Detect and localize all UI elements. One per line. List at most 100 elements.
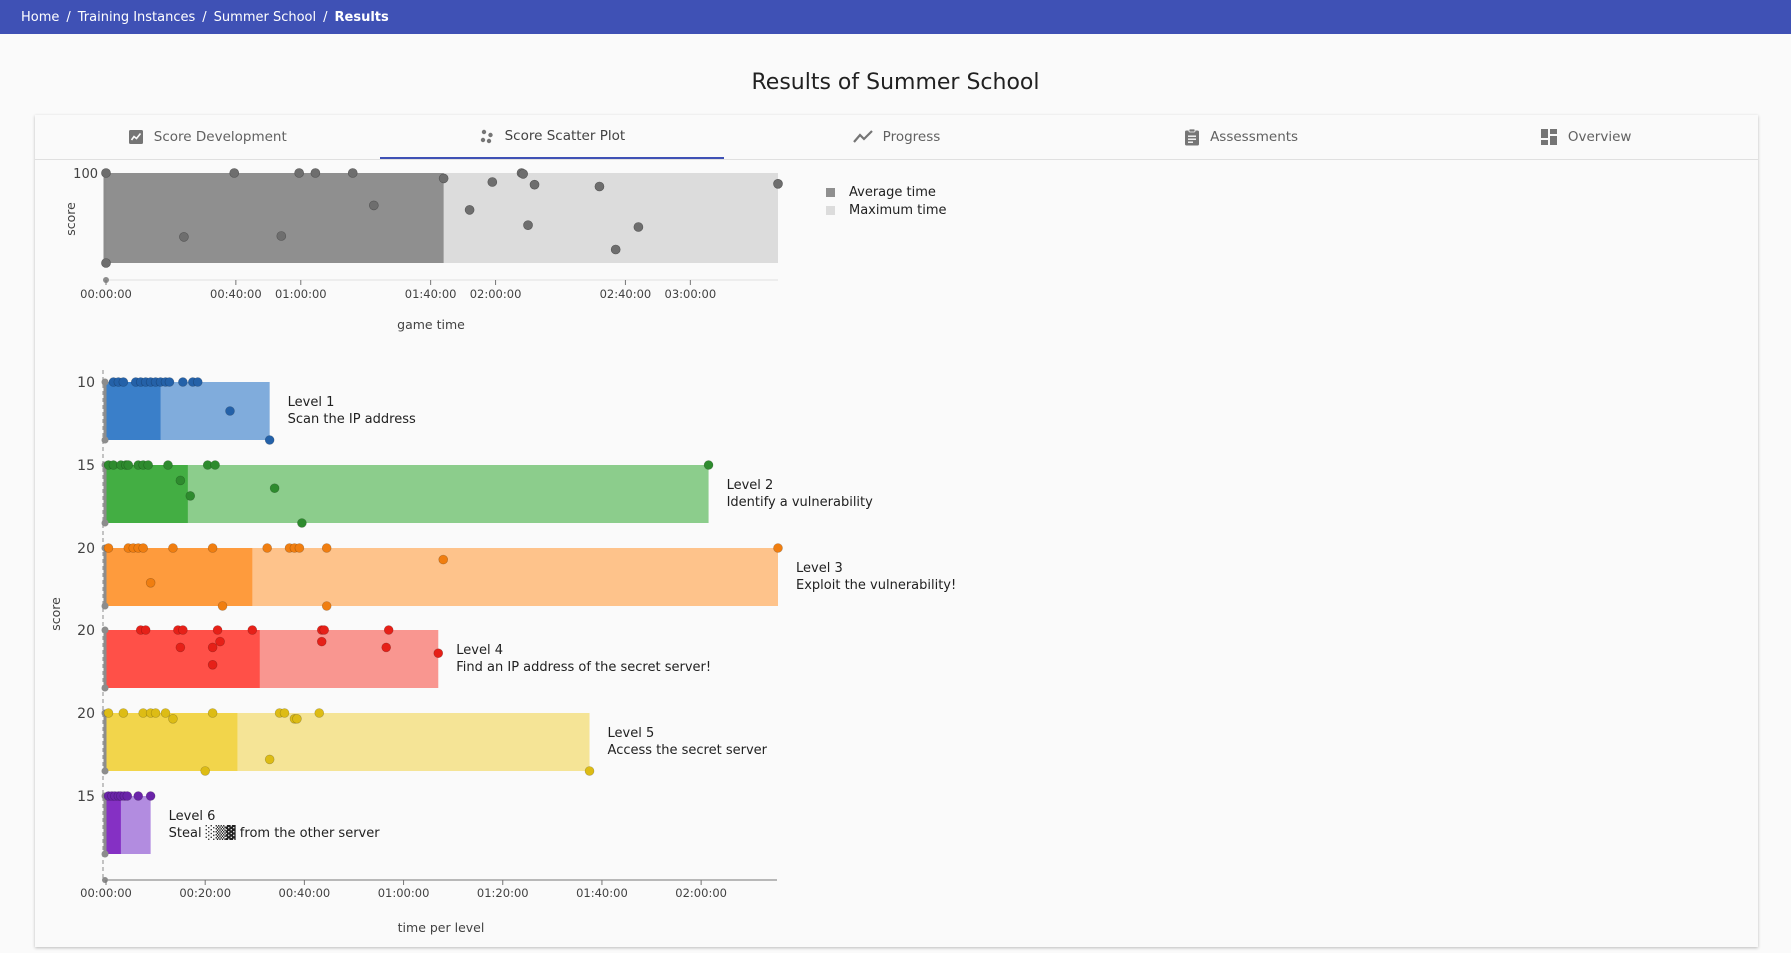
data-point xyxy=(523,220,533,230)
data-point xyxy=(122,791,133,801)
data-point xyxy=(225,406,235,416)
data-point xyxy=(207,659,218,670)
chart-legend: Average time Maximum time xyxy=(826,183,947,219)
level-max-score-label: 15 xyxy=(77,458,95,474)
level-title: Level 4 xyxy=(456,643,503,658)
data-point xyxy=(168,713,178,724)
level-title: Level 6 xyxy=(169,809,216,824)
x-axis-label: game time xyxy=(397,317,465,332)
data-point xyxy=(200,766,210,776)
x-tick-label: 00:00:00 xyxy=(80,287,132,301)
data-point xyxy=(316,636,327,647)
level-max-score-label: 20 xyxy=(77,706,95,722)
data-point xyxy=(269,483,280,494)
data-point xyxy=(464,205,475,215)
x-tick-label: 02:00:00 xyxy=(470,287,522,301)
level-average-time-bar xyxy=(106,630,260,688)
data-point xyxy=(383,625,394,635)
data-point xyxy=(773,179,783,189)
level-axis-bottom-dot xyxy=(101,767,109,775)
x-axis-label: time per level xyxy=(398,920,485,935)
data-point xyxy=(294,168,304,178)
data-point xyxy=(247,625,258,635)
data-point xyxy=(633,222,644,232)
data-point xyxy=(178,377,188,387)
x-tick-label: 00:00:00 xyxy=(80,886,132,900)
data-point xyxy=(438,173,449,184)
data-point xyxy=(594,181,605,192)
data-point xyxy=(103,543,114,553)
data-point xyxy=(163,460,173,470)
level-axis-bottom-dot xyxy=(101,519,109,527)
data-point xyxy=(292,713,302,724)
level-axis-bottom-dot xyxy=(101,436,109,444)
level-axis-bottom-dot xyxy=(101,602,109,610)
level-max-score-label: 20 xyxy=(77,623,95,639)
level-axis-top-dot xyxy=(101,626,109,634)
level-max-score-label: 10 xyxy=(77,375,95,391)
data-point xyxy=(264,754,275,765)
data-point xyxy=(168,543,178,553)
data-point xyxy=(138,543,148,553)
data-point xyxy=(192,377,203,387)
legend-item-maximum: Maximum time xyxy=(826,201,947,219)
data-point xyxy=(207,642,218,653)
data-point xyxy=(150,708,161,718)
level-axis-top-dot xyxy=(101,378,109,386)
level-subtitle: Identify a vulnerability xyxy=(727,495,874,510)
data-point xyxy=(179,232,189,242)
level-subtitle: Steal ░▒▓ from the other server xyxy=(169,824,381,841)
data-point xyxy=(310,168,321,178)
y-tick-label: 100 xyxy=(73,167,98,182)
data-point xyxy=(487,177,498,187)
data-point xyxy=(133,791,144,801)
level-axis-bottom-dot xyxy=(101,684,109,692)
x-tick-label: 02:00:00 xyxy=(675,886,727,900)
data-point xyxy=(118,377,129,387)
data-point xyxy=(773,543,783,553)
level-max-score-label: 15 xyxy=(77,789,95,805)
data-point xyxy=(175,475,186,486)
data-point xyxy=(123,460,134,470)
legend-label: Maximum time xyxy=(849,202,947,218)
x-tick-label: 00:40:00 xyxy=(210,287,262,301)
data-point xyxy=(529,179,540,190)
data-point xyxy=(145,791,156,801)
data-point xyxy=(264,435,275,445)
x-tick-label: 01:00:00 xyxy=(378,886,430,900)
data-point xyxy=(610,244,621,255)
level-average-time-bar xyxy=(106,796,121,854)
data-point xyxy=(185,491,196,501)
x-axis-origin-dot xyxy=(102,877,108,883)
data-point xyxy=(178,625,188,635)
data-point xyxy=(217,601,228,611)
data-point xyxy=(262,543,272,553)
data-point xyxy=(118,708,129,718)
data-point xyxy=(207,708,218,718)
data-point xyxy=(103,708,114,718)
x-tick-label: 01:40:00 xyxy=(576,886,628,900)
x-tick-label: 00:20:00 xyxy=(179,886,231,900)
data-point xyxy=(276,231,287,241)
data-point xyxy=(369,200,379,211)
level-average-time-bar xyxy=(106,382,161,440)
data-point xyxy=(101,258,111,268)
data-point xyxy=(143,460,153,470)
data-point xyxy=(215,636,225,647)
data-point xyxy=(279,708,290,718)
data-point xyxy=(140,625,151,635)
data-point xyxy=(381,642,392,653)
x-tick-label: 03:00:00 xyxy=(665,287,717,301)
data-point xyxy=(294,543,305,553)
data-point xyxy=(319,625,330,635)
data-point xyxy=(212,625,223,635)
x-tick-label: 01:40:00 xyxy=(405,287,457,301)
level-subtitle: Exploit the vulnerability! xyxy=(796,578,956,593)
legend-swatch-average xyxy=(826,187,835,197)
legend-item-average: Average time xyxy=(826,183,947,201)
data-point xyxy=(518,169,528,179)
y-axis-label: score xyxy=(63,202,78,236)
data-point xyxy=(207,543,218,553)
level-subtitle: Scan the IP address xyxy=(288,412,416,427)
level-title: Level 1 xyxy=(288,395,335,410)
